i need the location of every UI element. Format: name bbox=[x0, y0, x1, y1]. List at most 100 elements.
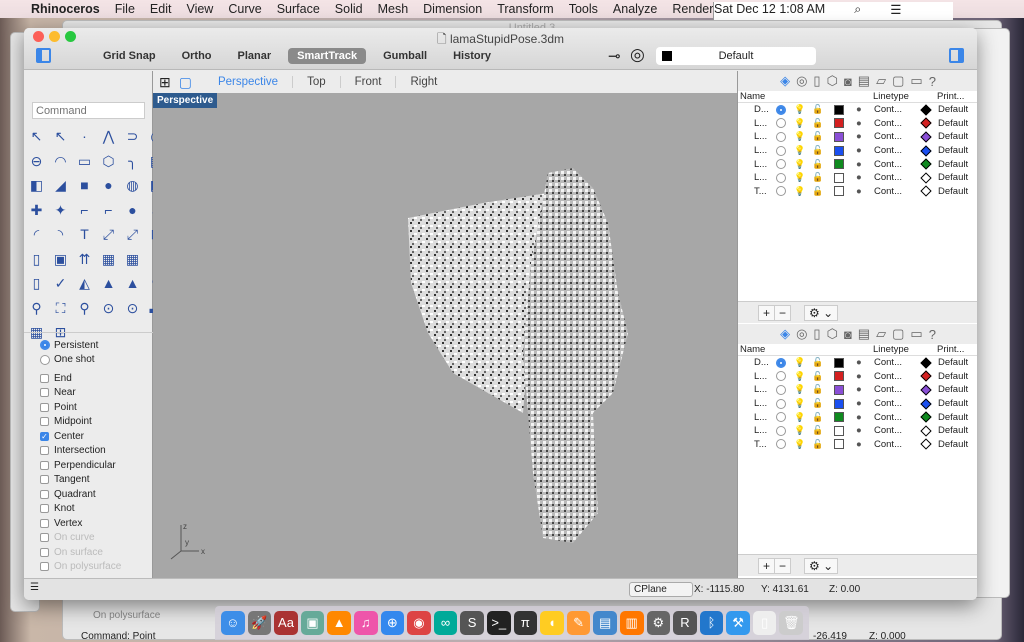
layer-name[interactable]: L... bbox=[754, 425, 767, 436]
checkbox-icon[interactable]: ✓ bbox=[40, 431, 49, 441]
tab-top[interactable]: Top bbox=[292, 76, 340, 88]
remove-layer-button[interactable]: − bbox=[774, 558, 792, 574]
layer-color-swatch[interactable] bbox=[834, 118, 844, 129]
notes-tab-icon[interactable]: ▱ bbox=[876, 326, 886, 342]
current-layer-radio[interactable] bbox=[776, 357, 786, 368]
lightbulb-icon[interactable]: 💡 bbox=[794, 357, 805, 368]
print-width-select[interactable]: Default bbox=[938, 425, 968, 436]
help-tab-icon[interactable]: ? bbox=[929, 74, 936, 89]
layer-color-swatch[interactable] bbox=[834, 425, 844, 436]
linetype-select[interactable]: Cont... bbox=[874, 172, 902, 183]
osnap-knot[interactable]: Knot bbox=[40, 502, 153, 517]
print-color-swatch[interactable] bbox=[920, 158, 932, 170]
menu-render[interactable]: Render bbox=[672, 2, 713, 16]
checkbox-icon[interactable] bbox=[40, 504, 49, 514]
array-icon[interactable]: ⤢ bbox=[122, 223, 143, 248]
materials-tab-icon[interactable]: ◎ bbox=[796, 326, 807, 342]
linetype-select[interactable]: Cont... bbox=[874, 439, 902, 450]
print-color-swatch[interactable] bbox=[920, 425, 932, 437]
select-icon[interactable]: ↖ bbox=[26, 125, 47, 150]
print-width-select[interactable]: Default bbox=[938, 159, 968, 170]
osnap-intersection[interactable]: Intersection bbox=[40, 444, 153, 459]
print-color-swatch[interactable] bbox=[920, 397, 932, 410]
layer-name[interactable]: T... bbox=[754, 186, 767, 197]
pi-icon[interactable]: π bbox=[513, 611, 538, 635]
material-icon[interactable]: ● bbox=[856, 159, 862, 170]
header-print[interactable]: Print... bbox=[937, 344, 964, 355]
layer-row[interactable]: L... 💡 🔓 ● Cont... Default bbox=[738, 410, 977, 424]
trim-icon[interactable]: ⌐ bbox=[98, 199, 119, 224]
camera-tab-icon[interactable]: ◙ bbox=[844, 74, 852, 89]
left-sidebar-toggle-icon[interactable] bbox=[36, 48, 51, 63]
arc-edit-icon[interactable]: ◝ bbox=[50, 223, 71, 248]
layer-color-swatch[interactable] bbox=[834, 371, 844, 382]
right-sidebar-toggle-icon[interactable] bbox=[949, 48, 964, 63]
lock-icon[interactable]: 🔓 bbox=[812, 412, 823, 423]
current-layer-radio[interactable] bbox=[776, 145, 786, 156]
menu-solid[interactable]: Solid bbox=[335, 2, 363, 16]
tab-front[interactable]: Front bbox=[339, 76, 396, 88]
rhino-icon[interactable]: R bbox=[673, 611, 697, 635]
keynote-icon[interactable]: ▤ bbox=[593, 611, 617, 635]
checkbox-icon[interactable] bbox=[40, 533, 49, 543]
display-tab-icon[interactable]: ▢ bbox=[892, 73, 904, 89]
rectangle-icon[interactable]: ▭ bbox=[74, 150, 95, 175]
layer-row[interactable]: L... 💡 🔓 ● Cont... Default bbox=[738, 171, 977, 185]
cyberduck-icon[interactable]: ◖ bbox=[540, 611, 564, 635]
lightbulb-icon[interactable]: 💡 bbox=[794, 398, 805, 409]
display-tab-icon[interactable]: ▢ bbox=[892, 326, 904, 342]
layer-color-swatch[interactable] bbox=[834, 186, 844, 197]
layer-row[interactable]: L... 💡 🔓 ● Cont... Default bbox=[738, 397, 977, 411]
box-solid-icon[interactable]: ✓ bbox=[50, 272, 71, 297]
object-tab-icon[interactable]: ⬡ bbox=[827, 326, 838, 342]
lock-icon[interactable]: 🔓 bbox=[812, 384, 823, 395]
viewport-perspective[interactable]: Perspective z x y bbox=[153, 93, 737, 578]
print-width-select[interactable]: Default bbox=[938, 145, 968, 156]
radio-icon[interactable] bbox=[40, 354, 50, 365]
surface-patch-icon[interactable]: ◧ bbox=[26, 174, 47, 199]
print-width-select[interactable]: Default bbox=[938, 371, 968, 382]
tab-right[interactable]: Right bbox=[395, 76, 451, 88]
layer-name[interactable]: D... bbox=[754, 357, 769, 368]
menu-mesh[interactable]: Mesh bbox=[378, 2, 409, 16]
osnap-end[interactable]: End bbox=[40, 371, 153, 386]
layer-color-swatch[interactable] bbox=[834, 172, 844, 183]
print-width-select[interactable]: Default bbox=[938, 357, 968, 368]
print-color-swatch[interactable] bbox=[920, 438, 932, 451]
material-icon[interactable]: ● bbox=[856, 371, 862, 382]
lightbulb-icon[interactable]: 💡 bbox=[794, 104, 805, 115]
print-width-select[interactable]: Default bbox=[938, 172, 968, 183]
lightbulb-icon[interactable]: 💡 bbox=[794, 425, 805, 436]
system-preferences-icon[interactable]: ⚙ bbox=[646, 611, 671, 635]
layer-row[interactable]: T... 💡 🔓 ● Cont... Default bbox=[738, 438, 977, 452]
material-icon[interactable]: ● bbox=[856, 172, 862, 183]
lock-icon[interactable]: 🔓 bbox=[812, 357, 823, 368]
checkbox-icon[interactable] bbox=[40, 547, 49, 557]
loft-icon[interactable]: ◢ bbox=[50, 174, 71, 199]
current-layer-radio[interactable] bbox=[776, 439, 786, 450]
lock-icon[interactable]: 🔓 bbox=[812, 159, 823, 170]
layer-name[interactable]: L... bbox=[754, 159, 767, 170]
target-icon[interactable]: ◎ bbox=[630, 45, 645, 65]
print-width-select[interactable]: Default bbox=[938, 398, 968, 409]
menu-curve[interactable]: Curve bbox=[228, 2, 261, 16]
lock-icon[interactable]: 🔓 bbox=[812, 172, 823, 183]
osnap-center[interactable]: ✓ Center bbox=[40, 429, 153, 444]
viewport-label[interactable]: Perspective bbox=[153, 93, 218, 108]
checkbox-icon[interactable] bbox=[40, 562, 49, 572]
lock-icon[interactable]: 🔓 bbox=[812, 398, 823, 409]
material-icon[interactable]: ● bbox=[856, 186, 862, 197]
osnap-on-polysurface[interactable]: On polysurface bbox=[40, 560, 153, 575]
pan-icon[interactable]: ⛶ bbox=[50, 297, 71, 322]
layer-color-swatch[interactable] bbox=[834, 131, 844, 142]
point-icon[interactable]: · bbox=[74, 125, 95, 150]
lightbulb-icon[interactable]: 💡 bbox=[794, 118, 805, 129]
zoom-icon[interactable]: ▲ bbox=[122, 272, 143, 297]
print-color-swatch[interactable] bbox=[920, 411, 932, 423]
checkbox-icon[interactable] bbox=[40, 518, 49, 528]
cylinder-icon[interactable]: ◍ bbox=[122, 174, 143, 199]
checkbox-icon[interactable] bbox=[40, 460, 49, 470]
header-print[interactable]: Print... bbox=[937, 91, 964, 102]
layer-color-swatch[interactable] bbox=[834, 159, 844, 170]
menu-transform[interactable]: Transform bbox=[497, 2, 554, 16]
